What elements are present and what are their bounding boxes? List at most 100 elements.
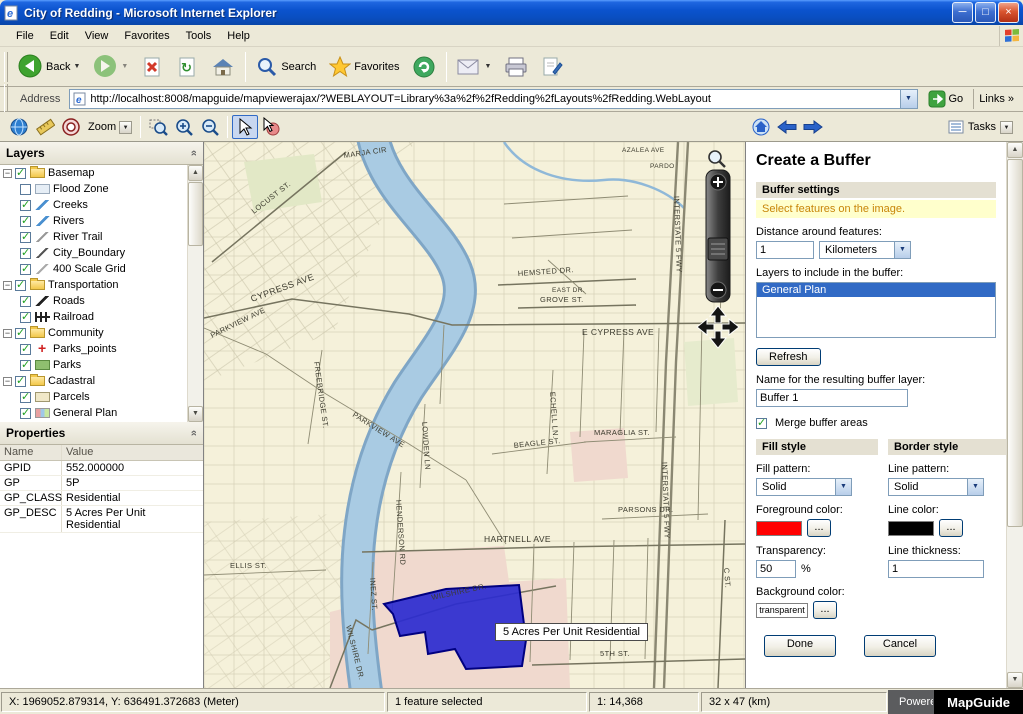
buffer-tool-button[interactable] — [58, 115, 84, 139]
scroll-up-icon[interactable]: ▲ — [188, 165, 203, 181]
layer-item-river-trail[interactable]: River Trail — [0, 229, 187, 245]
go-button[interactable]: Go — [923, 89, 969, 109]
refresh-layers-button[interactable]: Refresh — [756, 348, 821, 366]
select-radius-button[interactable] — [258, 115, 284, 139]
layer-visibility-checkbox[interactable] — [20, 200, 31, 211]
task-pane-scrollbar[interactable]: ▲ ▼ — [1006, 142, 1023, 688]
menu-view[interactable]: View — [77, 27, 117, 45]
layer-item-parcels[interactable]: Parcels — [0, 389, 187, 405]
merge-buffer-checkbox[interactable] — [756, 418, 767, 429]
cancel-button[interactable]: Cancel — [864, 635, 936, 657]
menu-file[interactable]: File — [8, 27, 42, 45]
layer-visibility-checkbox[interactable] — [20, 296, 31, 307]
layer-visibility-checkbox[interactable] — [20, 232, 31, 243]
menu-tools[interactable]: Tools — [178, 27, 220, 45]
mail-button[interactable]: ▼ — [451, 50, 497, 84]
layer-visibility-checkbox[interactable] — [20, 184, 31, 195]
task-home-button[interactable] — [748, 115, 774, 139]
zoom-dropdown-icon[interactable]: ▼ — [119, 121, 132, 134]
layer-item-general-plan[interactable]: General Plan — [0, 405, 187, 421]
layer-item-parks-points[interactable]: Parks_points — [0, 341, 187, 357]
layer-item-railroad[interactable]: Railroad — [0, 309, 187, 325]
layer-item-parks[interactable]: Parks — [0, 357, 187, 373]
line-pattern-select[interactable]: Solid ▼ — [888, 478, 984, 496]
search-button[interactable]: Search — [250, 50, 322, 84]
collapse-expander-icon[interactable] — [3, 377, 12, 386]
map-canvas[interactable]: MARJA CIRAZALEA AVEPARDOLOCUST ST.CYPRES… — [204, 142, 745, 688]
forward-button[interactable]: ▼ — [87, 50, 134, 84]
media-button[interactable] — [406, 50, 442, 84]
select-tool-button[interactable] — [232, 115, 258, 139]
layer-visibility-checkbox[interactable] — [15, 328, 26, 339]
layer-item-creeks[interactable]: Creeks — [0, 197, 187, 213]
unit-dropdown-icon[interactable]: ▼ — [894, 242, 910, 258]
layers-scrollbar[interactable]: ▲ ▼ — [187, 165, 203, 422]
stop-button[interactable] — [135, 50, 169, 84]
map-viewport[interactable]: MARJA CIRAZALEA AVEPARDOLOCUST ST.CYPRES… — [204, 142, 745, 688]
zoom-out-button[interactable] — [197, 115, 223, 139]
print-button[interactable] — [498, 50, 534, 84]
home-button[interactable] — [205, 50, 241, 84]
initial-map-view-button[interactable] — [6, 115, 32, 139]
refresh-button[interactable]: ↻ — [170, 50, 204, 84]
layer-group-basemap[interactable]: Basemap — [0, 165, 187, 181]
maximize-button[interactable]: □ — [975, 2, 996, 23]
address-input[interactable] — [90, 91, 899, 107]
address-combo[interactable]: e ▼ — [69, 89, 917, 109]
layers-collapse-icon[interactable]: » — [188, 150, 200, 156]
layer-visibility-checkbox[interactable] — [20, 248, 31, 259]
collapse-expander-icon[interactable] — [3, 281, 12, 290]
fill-pattern-dropdown-icon[interactable]: ▼ — [835, 479, 851, 495]
fill-pattern-select[interactable]: Solid ▼ — [756, 478, 852, 496]
close-button[interactable]: × — [998, 2, 1019, 23]
menu-help[interactable]: Help — [219, 27, 258, 45]
zoom-rectangle-button[interactable] — [145, 115, 171, 139]
listbox-option-general-plan[interactable]: General Plan — [757, 283, 995, 297]
links-button[interactable]: Links » — [973, 89, 1019, 109]
layer-visibility-checkbox[interactable] — [15, 280, 26, 291]
taskpane-scroll-up-icon[interactable]: ▲ — [1007, 142, 1023, 158]
collapse-expander-icon[interactable] — [3, 329, 12, 338]
foreground-color-picker-button[interactable]: ... — [807, 519, 831, 537]
layer-visibility-checkbox[interactable] — [20, 408, 31, 419]
background-color-picker-button[interactable]: ... — [813, 601, 837, 619]
layer-item-rivers[interactable]: Rivers — [0, 213, 187, 229]
layer-visibility-checkbox[interactable] — [15, 168, 26, 179]
layer-group-cadastral[interactable]: Cadastral — [0, 373, 187, 389]
scroll-down-icon[interactable]: ▼ — [188, 406, 203, 422]
taskpane-scroll-down-icon[interactable]: ▼ — [1007, 672, 1023, 688]
back-button[interactable]: Back ▼ — [12, 50, 86, 84]
line-pattern-dropdown-icon[interactable]: ▼ — [967, 479, 983, 495]
mail-dropdown-icon[interactable]: ▼ — [484, 63, 491, 70]
tasks-menu-button[interactable]: Tasks ▼ — [944, 115, 1017, 139]
back-dropdown-icon[interactable]: ▼ — [73, 63, 80, 70]
layer-visibility-checkbox[interactable] — [20, 392, 31, 403]
favorites-button[interactable]: Favorites — [323, 50, 405, 84]
tasks-dropdown-icon[interactable]: ▼ — [1000, 121, 1013, 134]
task-back-button[interactable] — [774, 115, 800, 139]
layer-visibility-checkbox[interactable] — [20, 344, 31, 355]
distance-unit-select[interactable]: Kilometers ▼ — [819, 241, 911, 259]
zoom-in-button[interactable] — [171, 115, 197, 139]
layer-group-transportation[interactable]: Transportation — [0, 277, 187, 293]
minimize-button[interactable]: ─ — [952, 2, 973, 23]
layer-item-roads[interactable]: Roads — [0, 293, 187, 309]
zoom-menu-button[interactable]: Zoom ▼ — [84, 115, 136, 139]
address-dropdown-icon[interactable]: ▼ — [900, 90, 917, 108]
measure-button[interactable] — [32, 115, 58, 139]
menu-favorites[interactable]: Favorites — [116, 27, 177, 45]
layer-item-flood-zone[interactable]: Flood Zone — [0, 181, 187, 197]
layer-item-400-scale-grid[interactable]: 400 Scale Grid — [0, 261, 187, 277]
layer-visibility-checkbox[interactable] — [20, 312, 31, 323]
collapse-expander-icon[interactable] — [3, 169, 12, 178]
properties-collapse-icon[interactable]: » — [188, 430, 200, 436]
layer-visibility-checkbox[interactable] — [20, 360, 31, 371]
done-button[interactable]: Done — [764, 635, 836, 657]
buffer-layers-listbox[interactable]: General Plan — [756, 282, 996, 338]
line-thickness-input[interactable] — [888, 560, 984, 578]
line-color-picker-button[interactable]: ... — [939, 519, 963, 537]
task-forward-button[interactable] — [800, 115, 826, 139]
layer-visibility-checkbox[interactable] — [20, 216, 31, 227]
menu-edit[interactable]: Edit — [42, 27, 77, 45]
links-chevron-icon[interactable]: » — [1008, 93, 1014, 105]
